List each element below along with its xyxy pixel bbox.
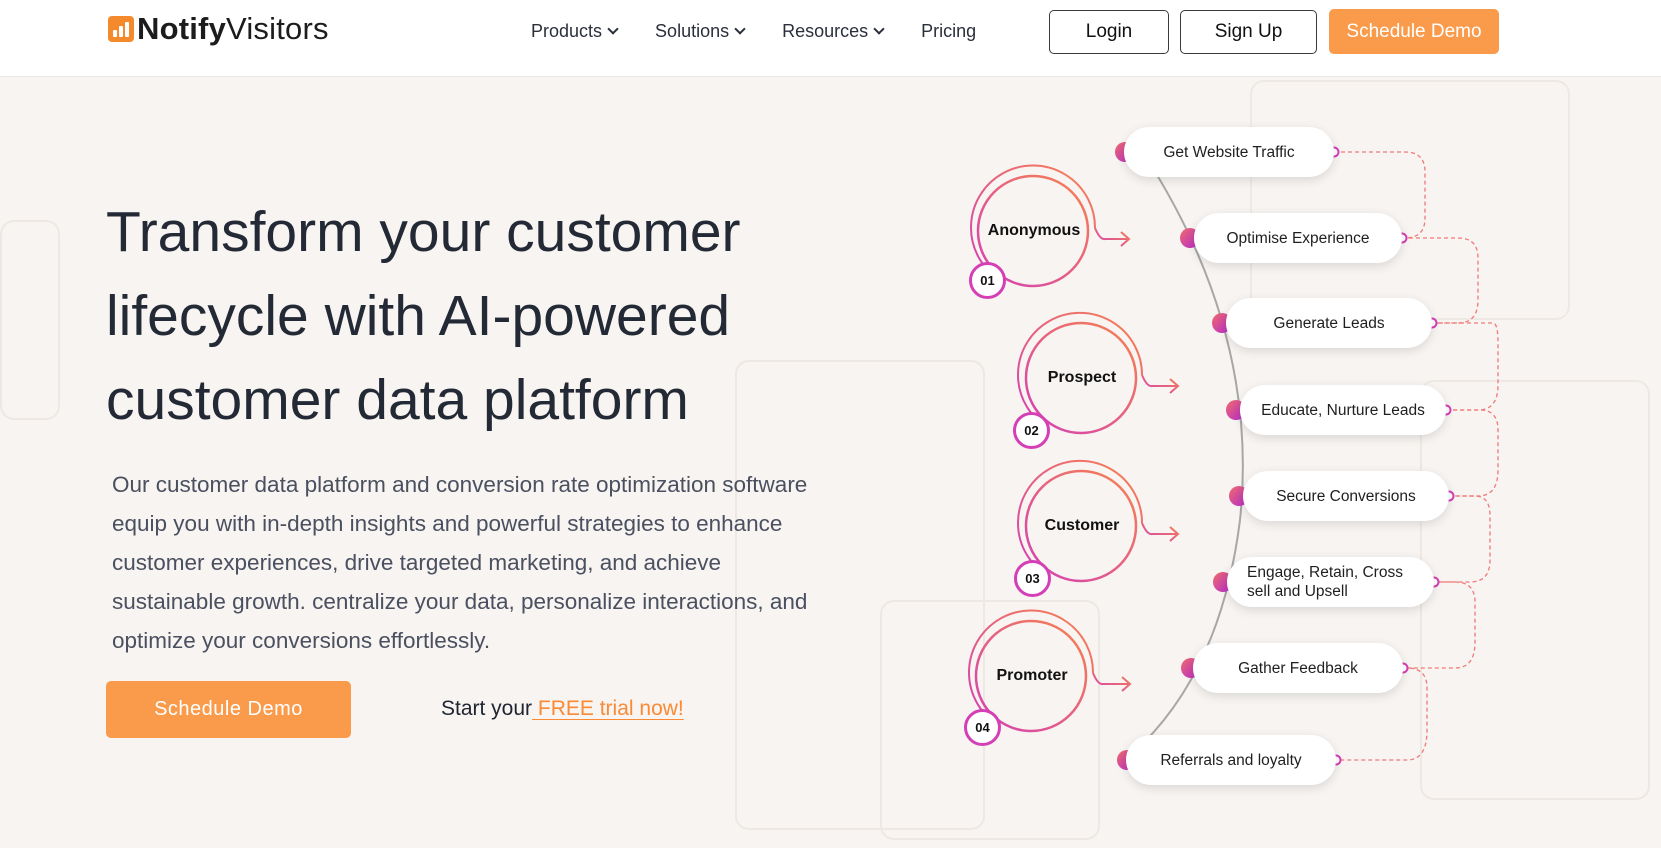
hero-schedule-demo-button[interactable]: Schedule Demo <box>106 681 351 738</box>
trial-prefix: Start your <box>441 697 533 720</box>
site-header: NotifyVisitors Products Solutions Resour… <box>0 0 1661 77</box>
free-trial-text: Start your FREE trial now! <box>441 697 684 721</box>
lifecycle-diagram: Anonymous 01 Prospect 02 Customer 03 Pro… <box>950 120 1530 800</box>
hero-title-line1: Transform your customer <box>106 200 741 264</box>
nav-pricing-label: Pricing <box>921 20 977 41</box>
chevron-down-icon <box>734 23 746 35</box>
free-trial-link[interactable]: FREE trial now! <box>532 697 684 720</box>
chevron-down-icon <box>607 23 619 35</box>
logo-text: NotifyVisitors <box>137 11 329 46</box>
step-optimise-experience: Optimise Experience <box>1194 213 1402 263</box>
header-schedule-demo-button[interactable]: Schedule Demo <box>1329 9 1499 54</box>
chevron-down-icon <box>873 23 885 35</box>
main-nav: Products Solutions Resources Pricing <box>531 18 976 44</box>
step-secure-conversions: Secure Conversions <box>1243 471 1449 521</box>
stage-customer-number: 03 <box>1014 560 1051 597</box>
step-generate-leads: Generate Leads <box>1226 298 1432 348</box>
nav-products[interactable]: Products <box>531 18 619 44</box>
brand-logo[interactable]: NotifyVisitors <box>108 11 329 46</box>
hero-title-line2: lifecycle with AI-powered <box>106 284 731 348</box>
hero-title: Transform your customer lifecycle with A… <box>106 190 826 442</box>
nav-solutions[interactable]: Solutions <box>655 18 746 44</box>
step-referrals-loyalty: Referrals and loyalty <box>1126 735 1336 785</box>
stage-promoter-number: 04 <box>964 709 1001 746</box>
login-button[interactable]: Login <box>1049 10 1169 54</box>
hero-description: Our customer data platform and conversio… <box>112 472 808 653</box>
stage-customer-label: Customer <box>1044 517 1120 534</box>
step-get-website-traffic: Get Website Traffic <box>1124 127 1334 177</box>
nav-products-label: Products <box>531 20 603 41</box>
stage-anonymous-number: 01 <box>969 262 1006 299</box>
nav-resources[interactable]: Resources <box>782 18 885 44</box>
nav-resources-label: Resources <box>782 20 869 41</box>
step-gather-feedback: Gather Feedback <box>1193 643 1403 693</box>
nav-pricing[interactable]: Pricing <box>921 18 976 44</box>
stage-anonymous-label: Anonymous <box>987 222 1081 239</box>
stage-prospect-label: Prospect <box>1047 369 1117 386</box>
logo-chart-icon <box>108 16 134 42</box>
signup-button[interactable]: Sign Up <box>1180 10 1317 54</box>
nav-solutions-label: Solutions <box>655 20 730 41</box>
step-educate-nurture-leads: Educate, Nurture Leads <box>1240 385 1446 435</box>
hero-title-line3: customer data platform <box>106 368 689 432</box>
stage-promoter-label: Promoter <box>996 667 1068 684</box>
step-engage-retain-upsell: Engage, Retain, Cross sell and Upsell <box>1227 557 1434 607</box>
stage-prospect-number: 02 <box>1013 412 1050 449</box>
